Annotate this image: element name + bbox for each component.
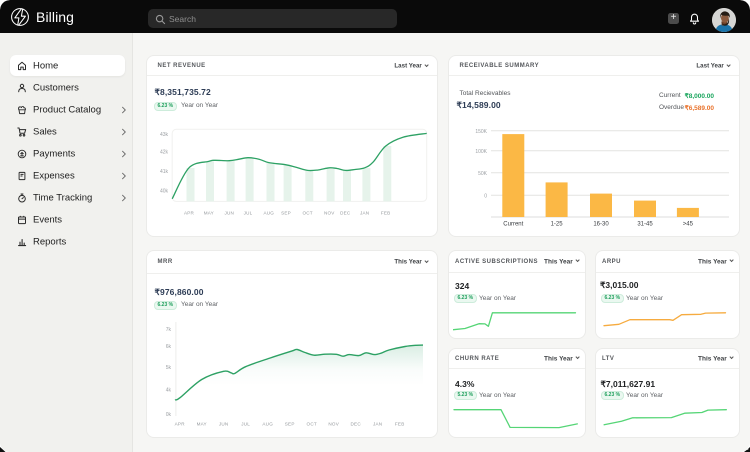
svg-text:4k: 4k [166, 388, 172, 394]
svg-text:31-45: 31-45 [637, 222, 653, 228]
svg-text:MAY: MAY [204, 211, 214, 216]
svg-text:0: 0 [484, 194, 487, 200]
svg-text:43k: 43k [160, 132, 169, 138]
svg-text:1-25: 1-25 [551, 222, 564, 228]
svg-text:41k: 41k [160, 169, 169, 175]
svg-text:AUG: AUG [262, 422, 273, 427]
svg-text:JAN: JAN [360, 211, 369, 216]
svg-text:JUL: JUL [244, 211, 253, 216]
svg-text:5k: 5k [166, 365, 172, 371]
svg-text:OCT: OCT [302, 211, 312, 216]
svg-text:MAY: MAY [197, 422, 207, 427]
svg-text:SEP: SEP [285, 422, 295, 427]
svg-text:DEC: DEC [340, 211, 351, 216]
svg-text:FEB: FEB [381, 211, 391, 216]
svg-text:16-30: 16-30 [593, 222, 609, 228]
svg-text:7k: 7k [166, 327, 172, 333]
svg-text:NOV: NOV [324, 211, 335, 216]
svg-text:6k: 6k [166, 344, 172, 350]
svg-text:FEB: FEB [395, 422, 405, 427]
svg-text:JAN: JAN [373, 422, 382, 427]
svg-text:JUL: JUL [241, 422, 250, 427]
svg-text:NOV: NOV [328, 422, 339, 427]
svg-text:SEP: SEP [281, 211, 291, 216]
svg-text:JUN: JUN [225, 211, 235, 216]
svg-text:40k: 40k [160, 189, 169, 195]
svg-text:42k: 42k [160, 150, 169, 156]
svg-text:DEC: DEC [351, 422, 362, 427]
svg-text:APR: APR [184, 211, 195, 216]
svg-text:OCT: OCT [307, 422, 317, 427]
svg-text:0k: 0k [166, 412, 172, 418]
svg-text:100K: 100K [475, 149, 487, 155]
svg-text:JUN: JUN [219, 422, 229, 427]
svg-text:AUG: AUG [264, 211, 275, 216]
svg-text:50K: 50K [478, 171, 488, 177]
svg-text:>45: >45 [683, 222, 694, 228]
svg-text:Current: Current [503, 222, 523, 228]
svg-text:150K: 150K [475, 129, 487, 135]
svg-text:APR: APR [175, 422, 186, 427]
